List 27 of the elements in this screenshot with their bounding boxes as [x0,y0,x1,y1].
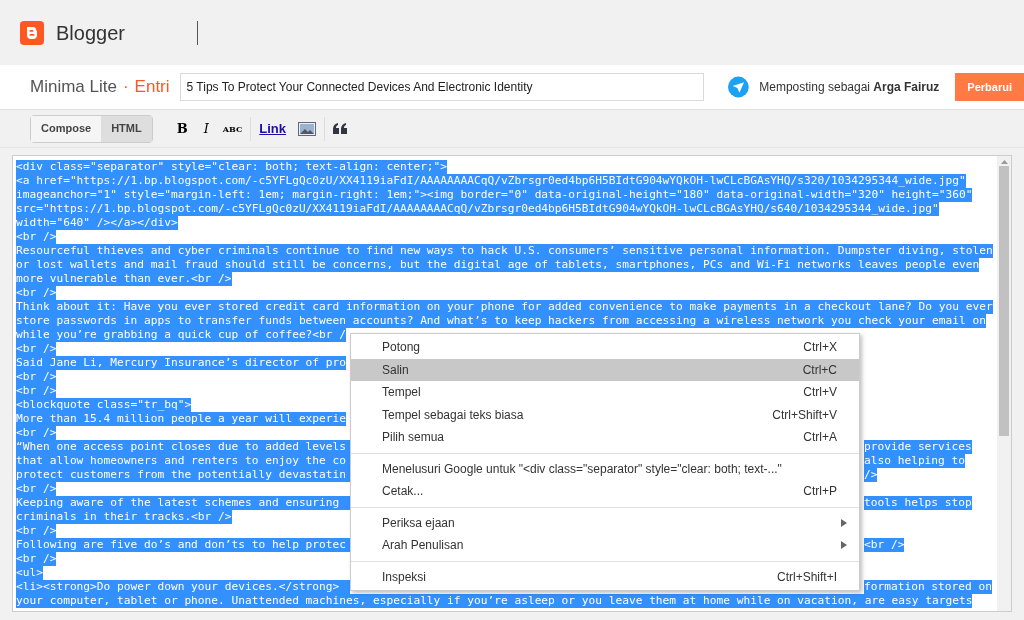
app-name: Blogger [56,20,125,46]
scroll-up-icon[interactable] [1000,160,1008,164]
menu-item[interactable]: Pilih semua Ctrl+A [351,426,859,449]
italic-button[interactable]: I [197,116,215,141]
scrollbar[interactable] [997,156,1011,611]
spellcheck-button[interactable]: ABC [218,116,252,141]
menu-item[interactable]: Inspeksi Ctrl+Shift+I [351,565,859,588]
image-icon [298,121,317,136]
menu-item[interactable]: Arah Penulisan [351,534,859,557]
menu-item[interactable]: Tempel Ctrl+V [351,381,859,404]
bold-button[interactable]: B [170,116,194,141]
menu-item[interactable]: Potong Ctrl+X [351,336,859,359]
post-title-field[interactable]: 5 Tips To Protect Your Connected Devices And Electronic Identity [179,73,705,101]
quote-icon [333,123,348,134]
menu-item[interactable]: Menelusuri Google untuk "<div class="separator" style="clear: both; text-..." [351,457,859,480]
menu-item[interactable]: Periksa ejaan [351,511,859,534]
section-label: Entri [134,76,170,99]
menu-item[interactable]: Tempel sebagai teks biasa Ctrl+Shift+V [351,403,859,426]
menu-item[interactable]: Salin Ctrl+C [351,358,859,381]
breadcrumb-separator: · [122,76,129,99]
menu-item[interactable]: Cetak... Ctrl+P [351,480,859,503]
mode-tab[interactable]: HTML [101,115,152,142]
link-button[interactable]: Link [255,116,291,141]
posting-as-text: Memposting sebagai Arga Fairuz [759,79,940,96]
blog-name: Minima Lite [30,76,117,99]
blogger-logo-icon [20,20,44,45]
mode-tab[interactable]: Compose [31,115,102,142]
